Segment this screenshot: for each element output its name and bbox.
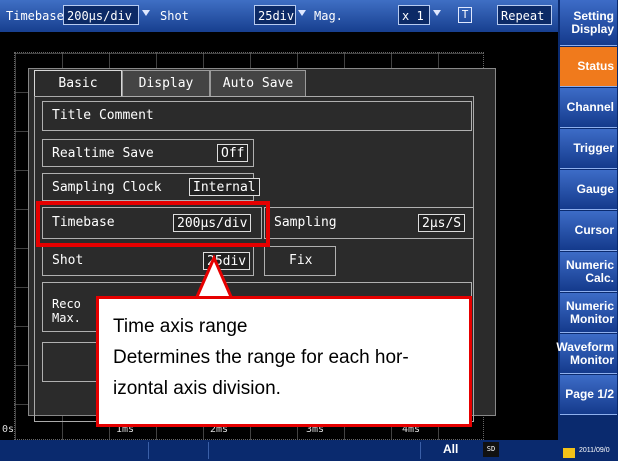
status-divider — [208, 442, 209, 459]
side-button-cursor[interactable]: Cursor — [560, 211, 617, 251]
callout-title: Time axis range — [113, 316, 248, 337]
sd-card-icon: SD — [483, 442, 499, 457]
side-button-trigger[interactable]: Trigger — [560, 129, 617, 169]
all-channels-label: All — [443, 442, 459, 456]
side-menu: Setting Display Status Channel Trigger G… — [556, 0, 618, 461]
callout-box: Time axis range Determines the range for… — [96, 296, 472, 427]
status-divider — [420, 442, 421, 459]
status-divider — [148, 442, 149, 459]
side-button-status[interactable]: Status — [560, 47, 617, 87]
side-button-setting-display[interactable]: Setting Display — [560, 0, 617, 46]
folder-icon — [563, 448, 575, 458]
callout-line: izontal axis division. — [113, 378, 281, 399]
side-button-gauge[interactable]: Gauge — [560, 170, 617, 210]
side-button-numeric-calc[interactable]: Numeric Calc. — [560, 252, 617, 292]
side-button-waveform-monitor[interactable]: Waveform Monitor — [556, 334, 617, 374]
side-button-numeric-monitor[interactable]: Numeric Monitor — [560, 293, 617, 333]
side-button-page[interactable]: Page 1/2 — [560, 375, 617, 415]
bottom-status-bar — [0, 440, 558, 461]
callout-line: Determines the range for each hor- — [113, 347, 409, 368]
side-button-channel[interactable]: Channel — [560, 88, 617, 128]
date-label: 2011/09/0 — [579, 447, 610, 454]
